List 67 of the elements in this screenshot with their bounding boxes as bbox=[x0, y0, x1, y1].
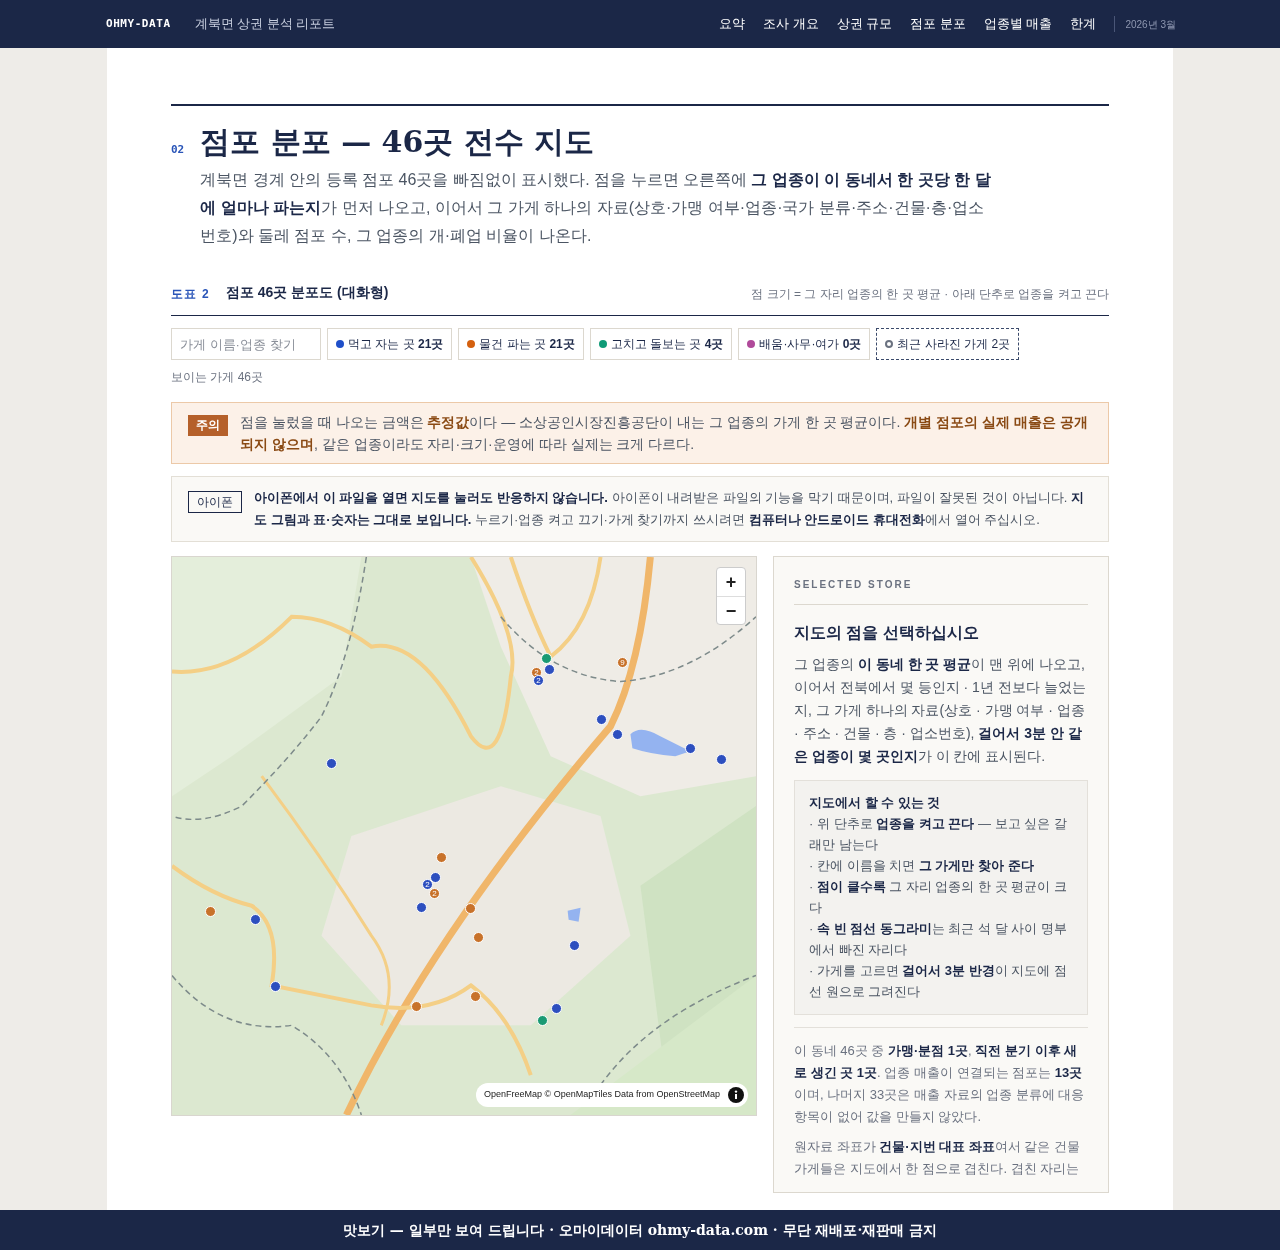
caution-badge: 주의 bbox=[188, 415, 228, 436]
tip-item: · 위 단추로 업종을 켜고 끈다 — 보고 싶은 갈래만 남는다 bbox=[809, 814, 1068, 854]
tips-title: 지도에서 할 수 있는 것 bbox=[809, 794, 942, 812]
store-marker[interactable] bbox=[537, 1015, 548, 1026]
caution-text: 점을 눌렀을 때 나오는 금액은 추정값이다 — 소상공인시장진흥공단이 내는 그 업종의 가게 한 곳 평균이다. 개별 점포의 실제 매출은 공개되지 않으며, 같은 업종이라도 자리·크기·운영에 따라 실제는 크게 다르다. bbox=[240, 413, 1089, 454]
store-marker[interactable]: 9 bbox=[617, 657, 628, 668]
figure-note: 점 크기 = 그 자리 업종의 한 곳 평균 · 아래 단추로 업종을 켜고 끈다 bbox=[751, 286, 1109, 303]
store-marker[interactable] bbox=[685, 743, 696, 754]
filter-chip[interactable]: 먹고 자는 곳 21곳 bbox=[327, 328, 453, 360]
panel-heading: 지도의 점을 선택하십시오 bbox=[794, 623, 980, 643]
section-title: 점포 분포 — 46곳 전수 지도 bbox=[200, 123, 596, 161]
store-marker[interactable] bbox=[250, 914, 261, 925]
store-marker[interactable] bbox=[326, 758, 337, 769]
store-marker[interactable] bbox=[205, 906, 216, 917]
nav-link[interactable]: 점포 분포 bbox=[910, 14, 966, 34]
tip-item: · 점이 클수록 그 자리 업종의 한 곳 평균이 크다 bbox=[809, 877, 1068, 917]
figure-title: 점포 46곳 분포도 (대화형) bbox=[225, 283, 389, 302]
store-marker[interactable] bbox=[416, 902, 427, 913]
store-marker[interactable] bbox=[430, 872, 441, 883]
filter-chip[interactable]: 최근 사라진 가게 2곳 bbox=[876, 328, 1020, 360]
zoom-out-button[interactable]: − bbox=[717, 596, 745, 624]
nav-link[interactable]: 요약 bbox=[718, 14, 745, 34]
nav-link[interactable]: 상권 규모 bbox=[836, 14, 893, 34]
store-marker[interactable] bbox=[473, 932, 484, 943]
nav-link[interactable]: 조사 개요 bbox=[762, 14, 819, 34]
tip-item: · 속 빈 점선 동그라미는 최근 석 달 사이 명부에서 빠진 자리다 bbox=[809, 919, 1068, 959]
section-number: 02 bbox=[171, 142, 185, 158]
filter-chip[interactable]: 물건 파는 곳 21곳 bbox=[458, 328, 584, 360]
report-date: 2026년 3월 bbox=[1125, 17, 1176, 32]
report-title: 계북면 상권 분석 리포트 bbox=[194, 15, 336, 34]
store-marker[interactable] bbox=[411, 1001, 422, 1012]
store-marker[interactable] bbox=[544, 664, 555, 675]
tip-item: · 칸에 이름을 치면 그 가게만 찾아 준다 bbox=[809, 856, 1035, 875]
store-marker[interactable] bbox=[596, 714, 607, 725]
nav-link[interactable]: 업종별 매출 bbox=[983, 14, 1053, 34]
preview-banner-text: 맛보기 — 일부만 보여 드립니다 · 오마이데이터 ohmy-data.com · 무단 재배포·재판매 금지 bbox=[342, 1220, 938, 1240]
nav-link[interactable]: 한계 bbox=[1070, 14, 1097, 34]
store-map[interactable]: 2 2 9 2 2 + − OpenFreeMap © OpenMapTiles Data from OpenStreetMap bbox=[171, 556, 757, 1116]
map-attribution[interactable]: OpenFreeMap © OpenMapTiles Data from OpenStreetMap bbox=[484, 1088, 720, 1102]
store-marker[interactable] bbox=[569, 940, 580, 951]
tip-item: · 가게를 고르면 걸어서 3분 반경이 지도에 점선 원으로 그려진다 bbox=[809, 961, 1068, 1001]
store-marker[interactable] bbox=[551, 1003, 562, 1014]
iphone-badge: 아이폰 bbox=[188, 491, 242, 513]
coordinate-note: 원자료 좌표가 건물·지번 대표 좌표여서 같은 건물 가게들은 지도에서 한 점으로 겹친다. 겹친 자리는 bbox=[794, 1137, 1082, 1178]
filter-chip[interactable]: 고치고 돌보는 곳 4곳 bbox=[589, 328, 733, 360]
brand-logo[interactable]: OHMY-DATA bbox=[106, 15, 171, 33]
store-marker[interactable]: 2 bbox=[429, 888, 440, 899]
panel-eyebrow: SELECTED STORE bbox=[794, 577, 1088, 605]
store-marker[interactable] bbox=[470, 991, 481, 1002]
visible-count: 보이는 가게 46곳 bbox=[171, 369, 264, 386]
store-marker[interactable]: 2 bbox=[422, 879, 433, 890]
intro-paragraph: 계북면 경계 안의 등록 점포 46곳을 빠짐없이 표시했다. 점을 누르면 오른쪽에 그 업종이 이 동네서 한 곳당 한 달에 얼마나 파는지가 먼저 나오고, 이어서 그 가게 하나의 자료(상호·가맹 여부·업종·국가 분류·주소·건물·층·업소 번호)와 둘레 점포 수, 그 업종의 개·폐업 비율이 나온다. bbox=[200, 170, 992, 246]
store-marker[interactable] bbox=[541, 653, 552, 664]
summary-paragraph: 이 동네 46곳 중 가맹·분점 1곳, 직전 분기 이후 새로 생긴 곳 1곳. 업종 매출이 연결되는 점포는 13곳이며, 나머지 33곳은 매출 자료의 업종 분류에 대응 항목이 없어 값을 만들지 않았다. bbox=[794, 1041, 1086, 1126]
panel-description: 그 업종의 이 동네 한 곳 평균이 맨 위에 나오고, 이어서 전북에서 몇 등인지 · 1년 전보다 늘었는지, 그 가게 하나의 자료(상호 · 가맹 여부 · 업종 · 주소 · 건물 · 층 · 업소번호), 걸어서 3분 안 같은 업종이 몇 곳인지가 이 칸에 표시된다. bbox=[794, 655, 1087, 766]
store-marker[interactable] bbox=[716, 754, 727, 765]
store-marker[interactable] bbox=[612, 729, 623, 740]
store-marker[interactable]: 2 bbox=[533, 675, 544, 686]
search-field[interactable]: 가게 이름·업종 찾기 bbox=[171, 328, 321, 360]
store-marker[interactable] bbox=[270, 981, 281, 992]
store-marker[interactable] bbox=[465, 903, 476, 914]
info-icon[interactable] bbox=[728, 1087, 744, 1103]
figure-label: 도표 2 bbox=[171, 286, 210, 303]
zoom-in-button[interactable]: + bbox=[717, 568, 745, 596]
filter-chip[interactable]: 배움·사무·여가 0곳 bbox=[738, 328, 871, 360]
iphone-notice-text: 아이폰에서 이 파일을 열면 지도를 눌러도 반응하지 않습니다. 아이폰이 내려받은 파일의 기능을 막기 때문이며, 파일이 잘못된 것이 아닙니다. 지도 그림과 표·숫자는 그대로 보입니다. 누르기·업종 켜고 끄기·가게 찾기까지 쓰시려면 컴퓨터나 안드로이드 휴대전화에서 열어 주십시오. bbox=[254, 489, 1085, 529]
store-marker[interactable] bbox=[436, 852, 447, 863]
